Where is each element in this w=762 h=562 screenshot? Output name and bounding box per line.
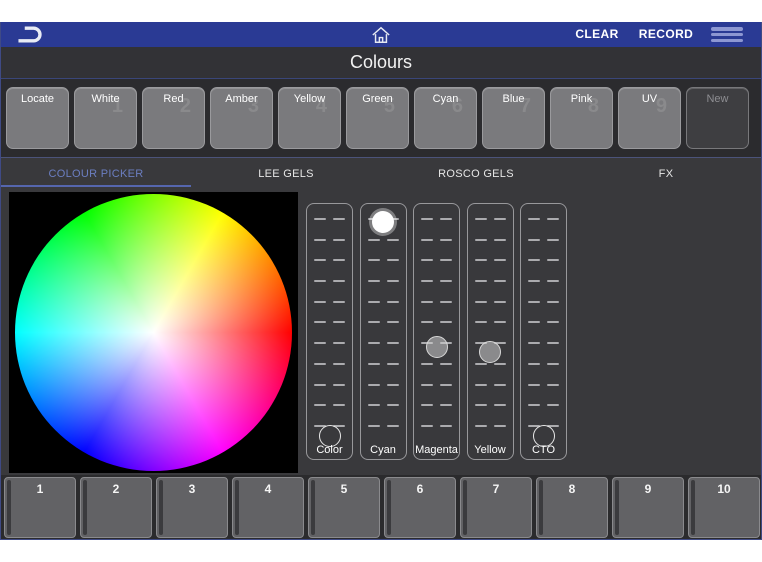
palette-button-white[interactable]: White 1 [74,87,137,149]
playback-button-3[interactable]: 3 [156,477,228,538]
home-button[interactable] [370,25,394,45]
colour-picker-panel: Color Cyan Magenta Yellow CTO [1,190,761,540]
tab-fx[interactable]: FX [571,158,761,190]
console-screen: CLEAR RECORD Colours Locate White 1 Red … [0,22,762,540]
playback-button-row: 1 2 3 4 5 6 7 [1,475,761,540]
playback-button-1[interactable]: 1 [4,477,76,538]
colour-wheel-canvas[interactable] [9,192,298,473]
palette-button-new[interactable]: New [686,87,749,149]
colour-palette-row: Locate White 1 Red 2 Amber 3 Yellow 4 Gr… [1,79,761,157]
tab-rosco-gels[interactable]: ROSCO GELS [381,158,571,190]
palette-button-green[interactable]: Green 5 [346,87,409,149]
fader-cyan-knob[interactable] [372,211,394,233]
back-button[interactable] [13,24,47,45]
playback-button-7[interactable]: 7 [460,477,532,538]
clear-button[interactable]: CLEAR [574,22,620,47]
record-button[interactable]: RECORD [635,22,697,47]
picker-tabs: COLOUR PICKER LEE GELS ROSCO GELS FX [1,157,761,190]
palette-button-red[interactable]: Red 2 [142,87,205,149]
back-undo-arrow-icon [18,28,40,41]
palette-button-pink[interactable]: Pink 8 [550,87,613,149]
tab-lee-gels[interactable]: LEE GELS [191,158,381,190]
fader-magenta-knob[interactable] [426,336,448,358]
fader-yellow-knob[interactable] [479,341,501,363]
hsv-colour-wheel[interactable] [15,194,292,471]
tab-colour-picker[interactable]: COLOUR PICKER [1,158,191,190]
colour-faders: Color Cyan Magenta Yellow CTO [306,203,567,460]
playback-button-8[interactable]: 8 [536,477,608,538]
palette-button-amber[interactable]: Amber 3 [210,87,273,149]
hamburger-menu-icon[interactable] [711,27,743,42]
palette-button-blue[interactable]: Blue 7 [482,87,545,149]
top-bar: CLEAR RECORD [1,22,761,47]
palette-button-cyan[interactable]: Cyan 6 [414,87,477,149]
title-bar: Colours [1,47,761,79]
playback-button-6[interactable]: 6 [384,477,456,538]
playback-button-2[interactable]: 2 [80,477,152,538]
palette-button-uv[interactable]: UV 9 [618,87,681,149]
home-icon [373,28,389,43]
playback-button-4[interactable]: 4 [232,477,304,538]
fader-cyan[interactable]: Cyan [360,203,407,460]
playback-button-5[interactable]: 5 [308,477,380,538]
palette-button-locate[interactable]: Locate [6,87,69,149]
playback-button-10[interactable]: 10 [688,477,760,538]
page-title: Colours [350,52,412,73]
fader-cto[interactable]: CTO [520,203,567,460]
fader-magenta[interactable]: Magenta [413,203,460,460]
fader-yellow[interactable]: Yellow [467,203,514,460]
playback-button-9[interactable]: 9 [612,477,684,538]
palette-button-yellow[interactable]: Yellow 4 [278,87,341,149]
fader-color[interactable]: Color [306,203,353,460]
